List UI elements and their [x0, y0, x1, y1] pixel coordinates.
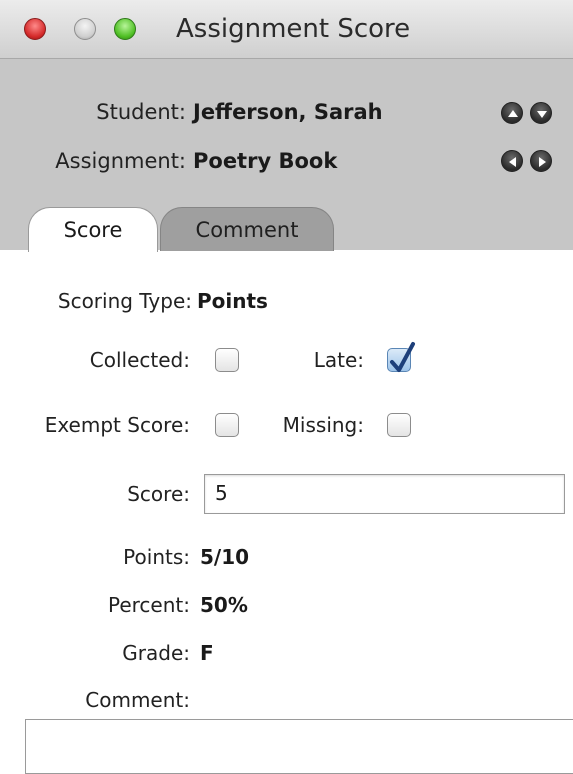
next-student-button[interactable]	[530, 102, 552, 124]
minimize-window-button[interactable]	[74, 18, 96, 40]
late-checkbox[interactable]	[387, 342, 415, 372]
checkmark-icon	[390, 342, 415, 372]
student-label: Student:	[96, 100, 186, 124]
score-label: Score:	[127, 482, 190, 506]
previous-student-button[interactable]	[501, 102, 523, 124]
collected-checkbox[interactable]	[215, 348, 239, 372]
late-label: Late:	[313, 348, 364, 372]
collected-label: Collected:	[89, 348, 190, 372]
grade-label: Grade:	[122, 641, 190, 665]
triangle-left-icon	[509, 157, 516, 167]
missing-checkbox[interactable]	[387, 413, 411, 437]
triangle-up-icon	[508, 110, 518, 117]
triangle-right-icon	[539, 157, 546, 167]
grade-value: F	[200, 641, 214, 665]
triangle-down-icon	[537, 111, 547, 118]
percent-label: Percent:	[108, 593, 190, 617]
student-name: Jefferson, Sarah	[193, 100, 383, 124]
assignment-label: Assignment:	[55, 149, 186, 173]
scoring-type-label: Scoring Type:	[57, 289, 192, 313]
assignment-name: Poetry Book	[193, 149, 338, 173]
score-input[interactable]: 5	[204, 474, 565, 514]
window-title-bar: Assignment Score	[0, 0, 573, 59]
scoring-type-value: Points	[197, 289, 268, 313]
points-value: 5/10	[200, 545, 250, 569]
window-title: Assignment Score	[176, 14, 411, 44]
comment-textarea[interactable]	[25, 719, 573, 774]
points-label: Points:	[123, 545, 190, 569]
missing-label: Missing:	[282, 413, 364, 437]
zoom-window-button[interactable]	[114, 18, 136, 40]
close-window-button[interactable]	[24, 18, 46, 40]
exempt-score-checkbox[interactable]	[215, 413, 239, 437]
tab-comment[interactable]: Comment	[160, 207, 334, 251]
next-assignment-button[interactable]	[530, 150, 552, 172]
exempt-score-label: Exempt Score:	[44, 413, 190, 437]
comment-label: Comment:	[85, 688, 190, 712]
previous-assignment-button[interactable]	[501, 150, 523, 172]
percent-value: 50%	[200, 593, 248, 617]
tab-score[interactable]: Score	[28, 207, 158, 252]
